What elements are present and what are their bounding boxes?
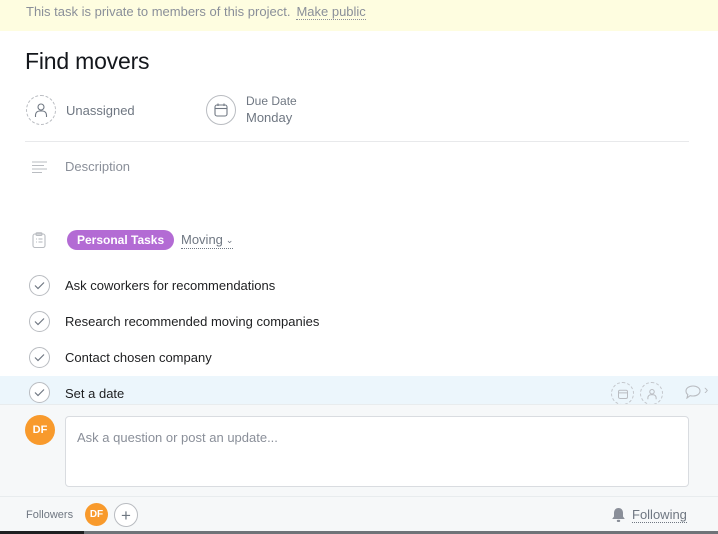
project-tag[interactable]: Personal Tasks xyxy=(67,230,175,250)
follower-avatar[interactable]: DF xyxy=(85,503,108,526)
add-follower-button[interactable]: + xyxy=(114,503,138,527)
following-toggle[interactable]: Following xyxy=(632,507,687,523)
plus-icon: + xyxy=(121,505,131,525)
due-date-label[interactable]: Due Date xyxy=(246,94,297,109)
chevron-right-icon[interactable]: › xyxy=(704,382,708,397)
task-title[interactable]: Find movers xyxy=(25,48,150,75)
due-date-value[interactable]: Monday xyxy=(246,110,292,125)
complete-checkbox[interactable] xyxy=(29,347,50,368)
task-meta-row: Unassigned Due Date Monday xyxy=(0,94,718,128)
subtask-row[interactable]: Ask coworkers for recommendations xyxy=(0,271,718,301)
checkmark-icon xyxy=(34,354,45,362)
comment-icon[interactable] xyxy=(685,385,701,399)
subtask-assignee-button[interactable] xyxy=(640,382,663,405)
followers-footer: Followers DF + Following xyxy=(0,496,718,531)
checkmark-icon xyxy=(34,389,45,397)
calendar-icon xyxy=(617,389,628,399)
avatar[interactable]: DF xyxy=(25,415,55,445)
person-icon xyxy=(34,103,48,117)
section-label: Moving xyxy=(181,232,223,247)
assignee-label[interactable]: Unassigned xyxy=(66,103,135,118)
followers-label: Followers xyxy=(26,509,74,521)
subtask-text[interactable]: Research recommended moving companies xyxy=(65,314,319,329)
complete-checkbox[interactable] xyxy=(29,275,50,296)
subtask-row[interactable]: Contact chosen company xyxy=(0,343,718,373)
subtask-text[interactable]: Ask coworkers for recommendations xyxy=(65,278,275,293)
comment-input[interactable] xyxy=(65,416,689,487)
subtask-due-date-button[interactable] xyxy=(611,382,634,405)
checkmark-icon xyxy=(34,318,45,326)
calendar-icon xyxy=(214,103,228,117)
subtask-text[interactable]: Set a date xyxy=(65,386,124,401)
due-date-button[interactable] xyxy=(206,95,236,125)
assignee-button[interactable] xyxy=(26,95,56,125)
clipboard-icon xyxy=(32,232,46,248)
make-public-link[interactable]: Make public xyxy=(296,4,366,20)
subtask-row[interactable]: Research recommended moving companies xyxy=(0,307,718,337)
bell-icon xyxy=(612,508,625,522)
description-icon xyxy=(32,161,47,173)
person-icon xyxy=(646,388,657,399)
subtask-row-hovered[interactable]: Set a date › xyxy=(0,376,718,405)
divider xyxy=(25,141,689,142)
subtask-text[interactable]: Contact chosen company xyxy=(65,350,212,365)
description-field[interactable]: Description xyxy=(65,159,130,174)
privacy-banner: This task is private to members of this … xyxy=(0,0,718,31)
comment-composer: DF xyxy=(0,404,718,496)
checkmark-icon xyxy=(34,282,45,290)
complete-checkbox[interactable] xyxy=(29,311,50,332)
privacy-message: This task is private to members of this … xyxy=(26,4,291,19)
section-dropdown[interactable]: Moving ⌄ xyxy=(181,232,234,249)
complete-checkbox[interactable] xyxy=(29,382,50,403)
chevron-down-icon: ⌄ xyxy=(225,235,234,245)
